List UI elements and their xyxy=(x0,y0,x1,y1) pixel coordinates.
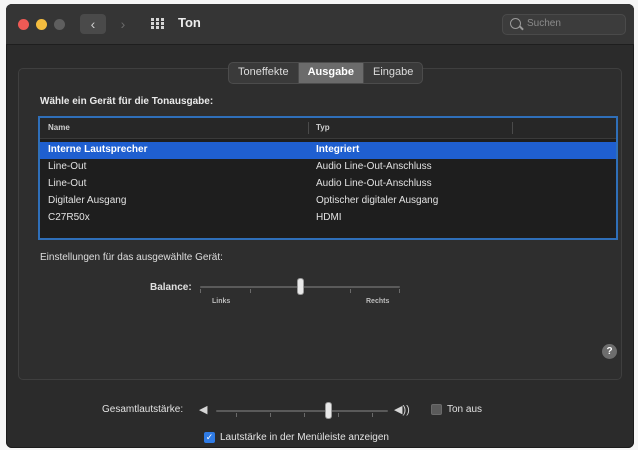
device-type: Optischer digitaler Ausgang xyxy=(316,195,439,206)
slider-tick xyxy=(372,413,373,417)
menubar-volume-label: Lautstärke in der Menüleiste anzeigen xyxy=(220,432,389,443)
table-row[interactable]: Interne Lautsprecher Integriert xyxy=(40,142,616,159)
tab-toneffekte[interactable]: Toneffekte xyxy=(229,63,298,83)
slider-tick xyxy=(270,413,271,417)
tab-ausgabe[interactable]: Ausgabe xyxy=(297,63,364,83)
slider-tick xyxy=(350,289,351,293)
forward-button[interactable]: › xyxy=(110,14,136,34)
device-type: Audio Line-Out-Anschluss xyxy=(316,161,432,172)
tab-eingabe[interactable]: Eingabe xyxy=(363,63,422,83)
column-header-type[interactable]: Typ xyxy=(316,123,330,132)
menubar-volume-checkbox[interactable]: ✓ xyxy=(204,432,215,443)
volume-slider-track[interactable] xyxy=(216,410,388,412)
table-row[interactable]: C27R50x HDMI xyxy=(40,210,616,227)
column-separator xyxy=(512,122,513,134)
device-type: Audio Line-Out-Anschluss xyxy=(316,178,432,189)
title-bar: ‹ › Ton Suchen xyxy=(6,4,634,45)
mute-checkbox[interactable] xyxy=(431,404,442,415)
device-name: Interne Lautsprecher xyxy=(48,144,148,155)
minimize-window-button[interactable] xyxy=(36,19,47,30)
help-button[interactable]: ? xyxy=(602,344,617,359)
show-all-grid-icon[interactable] xyxy=(151,18,164,30)
balance-right-label: Rechts xyxy=(366,298,390,305)
search-field[interactable]: Suchen xyxy=(502,14,626,35)
slider-tick xyxy=(338,413,339,417)
table-row[interactable]: Line-Out Audio Line-Out-Anschluss xyxy=(40,159,616,176)
slider-tick xyxy=(304,413,305,417)
device-name: C27R50x xyxy=(48,212,90,223)
column-header-name[interactable]: Name xyxy=(48,123,70,132)
balance-label: Balance: xyxy=(150,282,192,293)
search-placeholder: Suchen xyxy=(527,18,561,29)
slider-tick xyxy=(200,289,201,293)
table-row[interactable]: Digitaler Ausgang Optischer digitaler Au… xyxy=(40,193,616,210)
slider-tick xyxy=(236,413,237,417)
device-type: Integriert xyxy=(316,144,360,155)
preferences-window: ‹ › Ton Suchen Toneffekte Ausgabe Eingab… xyxy=(6,4,634,448)
zoom-window-button[interactable] xyxy=(54,19,65,30)
mute-label: Ton aus xyxy=(447,404,483,415)
volume-slider-knob[interactable] xyxy=(325,403,331,418)
device-name: Line-Out xyxy=(48,178,87,189)
device-type: HDMI xyxy=(316,212,342,223)
balance-left-label: Links xyxy=(212,298,231,305)
balance-slider-knob[interactable] xyxy=(298,279,303,294)
output-device-table[interactable]: Name Typ Interne Lautsprecher Integriert… xyxy=(38,116,618,240)
column-separator xyxy=(308,122,309,134)
device-name: Line-Out xyxy=(48,161,87,172)
tab-bar: Toneffekte Ausgabe Eingabe xyxy=(228,62,424,84)
output-heading: Wähle ein Gerät für die Tonausgabe: xyxy=(40,96,214,107)
close-window-button[interactable] xyxy=(18,19,29,30)
table-header: Name Typ xyxy=(40,118,616,139)
device-settings-label: Einstellungen für das ausgewählte Gerät: xyxy=(40,252,223,263)
slider-tick xyxy=(250,289,251,293)
volume-label: Gesamtlautstärke: xyxy=(102,404,184,415)
slider-tick xyxy=(399,289,400,293)
speaker-low-icon: ◀ xyxy=(199,404,208,416)
search-icon xyxy=(510,18,521,29)
speaker-high-icon: ◀)) xyxy=(394,404,410,416)
window-title: Ton xyxy=(178,15,201,30)
table-row[interactable]: Line-Out Audio Line-Out-Anschluss xyxy=(40,176,616,193)
device-name: Digitaler Ausgang xyxy=(48,195,127,206)
back-button[interactable]: ‹ xyxy=(80,14,106,34)
